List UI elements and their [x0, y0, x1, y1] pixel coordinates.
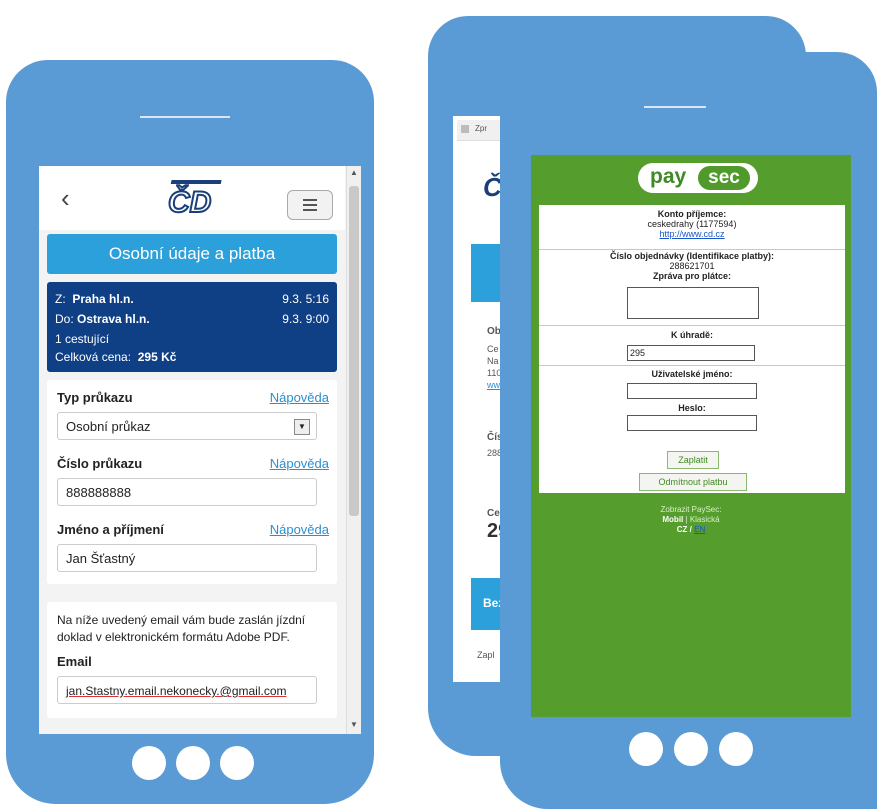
recipient-label: Konto příjemce:: [657, 209, 727, 219]
snippet: Ob: [487, 326, 501, 337]
tab-icon: [461, 125, 469, 133]
username-input[interactable]: [627, 383, 757, 399]
trip-summary: Z: Praha hl.n. 9.3. 5:16 Do: Ostrava hl.…: [47, 282, 337, 372]
separator: |: [685, 515, 688, 524]
snippet: Zapl: [477, 650, 495, 660]
paysec-logo: pay sec: [638, 163, 758, 193]
separator: /: [689, 525, 692, 534]
from-label: Z:: [55, 292, 66, 306]
snippet: Na: [487, 356, 499, 366]
password-label: Heslo:: [678, 403, 706, 413]
card-number-input[interactable]: 888888888: [57, 478, 317, 506]
scroll-up-icon[interactable]: ▲: [350, 168, 358, 177]
card-number-label: Číslo průkazu: [57, 456, 143, 471]
email-input[interactable]: jan.Stastny.email.nekonecky.@gmail.com: [57, 676, 317, 704]
speaker-slot: [140, 116, 230, 118]
total-label: Celková cena:: [55, 350, 132, 364]
hamburger-icon[interactable]: [287, 190, 333, 220]
password-input[interactable]: [627, 415, 757, 431]
recipient-section: Konto příjemce: ceskedrahy (1177594) htt…: [539, 209, 845, 250]
home-dot: [132, 746, 166, 780]
card-type-label: Typ průkazu: [57, 390, 133, 405]
scroll-thumb[interactable]: [349, 186, 359, 516]
order-label: Číslo objednávky (Identifikace platby):: [609, 251, 775, 261]
left-screen: ‹ ČD ▲ ▼ Osobní údaje a platba Z: Praha …: [39, 166, 361, 734]
username-label: Uživatelské jméno:: [651, 369, 733, 379]
to-time: 9.3. 9:00: [282, 312, 329, 326]
payment-form: Konto příjemce: ceskedrahy (1177594) htt…: [539, 205, 845, 493]
scroll-down-icon[interactable]: ▼: [350, 720, 358, 729]
pay-button[interactable]: Zaplatit: [667, 451, 719, 469]
to-label: Do:: [55, 312, 74, 326]
page-title: Osobní údaje a platba: [47, 234, 337, 274]
footer-view-label: Zobrazit PaySec:: [660, 505, 722, 514]
amount-label: K úhradě:: [670, 330, 713, 340]
top-bar: ‹ ČD: [39, 166, 345, 230]
chevron-left-icon[interactable]: ‹: [61, 185, 70, 211]
help-link[interactable]: Nápověda: [270, 390, 329, 405]
home-dot: [629, 732, 663, 766]
email-note: Na níže uvedený email vám bude zaslán jí…: [57, 613, 306, 644]
mobile-link[interactable]: Mobil: [662, 515, 683, 524]
home-dot: [176, 746, 210, 780]
total-price-row: Celková cena: 295 Kč: [55, 350, 329, 364]
lang-en[interactable]: EN: [694, 525, 705, 534]
recipient-name: ceskedrahy (1177594): [647, 219, 737, 229]
paysec-screen: pay sec Konto příjemce: ceskedrahy (1177…: [531, 155, 851, 717]
card-type-select[interactable]: Osobní průkaz ▼: [57, 412, 317, 440]
logo-pay: pay: [650, 165, 687, 188]
tab-label: Zpr: [475, 124, 487, 133]
from-station: Praha hl.n.: [72, 292, 134, 306]
order-section: Číslo objednávky (Identifikace platby): …: [539, 251, 845, 326]
id-form: Typ průkazu Nápověda Osobní průkaz ▼ Čís…: [47, 380, 337, 584]
total-value: 295 Kč: [137, 350, 177, 364]
message-textarea[interactable]: [627, 287, 759, 319]
cd-logo: ČD: [167, 180, 222, 218]
lang-cz[interactable]: CZ: [677, 525, 688, 534]
help-link[interactable]: Nápověda: [270, 522, 329, 537]
name-label: Jméno a příjmení: [57, 522, 164, 537]
message-label: Zpráva pro plátce:: [652, 271, 732, 281]
trip-from-row: Z: Praha hl.n. 9.3. 5:16: [55, 292, 329, 306]
email-value: jan.Stastny.email.nekonecky.@gmail.com: [66, 684, 287, 698]
login-section: Uživatelské jméno: Heslo: Zaplatit Odmít…: [539, 369, 845, 491]
email-label: Email: [57, 654, 92, 669]
home-dot: [674, 732, 708, 766]
recipient-link[interactable]: http://www.cd.cz: [659, 229, 724, 239]
snippet: Ce: [487, 344, 499, 354]
footer-view-options: Mobil | Klasická: [531, 515, 851, 525]
cd-logo-text: ČD: [168, 185, 211, 218]
amount-section: K úhradě: 295: [539, 327, 845, 366]
chevron-down-icon[interactable]: ▼: [294, 419, 310, 435]
amount-input[interactable]: 295: [627, 345, 755, 361]
help-link[interactable]: Nápověda: [270, 456, 329, 471]
home-dot: [220, 746, 254, 780]
email-section: Na níže uvedený email vám bude zaslán jí…: [47, 602, 337, 718]
footer-language: CZ / EN: [531, 525, 851, 535]
logo-sec: sec: [698, 166, 750, 190]
scrollbar[interactable]: ▲ ▼: [346, 166, 361, 734]
from-time: 9.3. 5:16: [282, 292, 329, 306]
card-type-value: Osobní průkaz: [66, 419, 151, 434]
passenger-count: 1 cestující: [55, 332, 110, 346]
order-value: 288621701: [669, 261, 715, 271]
paysec-footer: Zobrazit PaySec: Mobil | Klasická CZ / E…: [531, 505, 851, 535]
classic-link[interactable]: Klasická: [690, 515, 720, 524]
snippet: Ce: [487, 508, 500, 519]
reject-button[interactable]: Odmítnout platbu: [639, 473, 747, 491]
to-station: Ostrava hl.n.: [77, 312, 150, 326]
home-dot: [719, 732, 753, 766]
name-input[interactable]: Jan Šťastný: [57, 544, 317, 572]
trip-to-row: Do: Ostrava hl.n. 9.3. 9:00: [55, 312, 329, 326]
speaker-slot: [644, 106, 706, 108]
